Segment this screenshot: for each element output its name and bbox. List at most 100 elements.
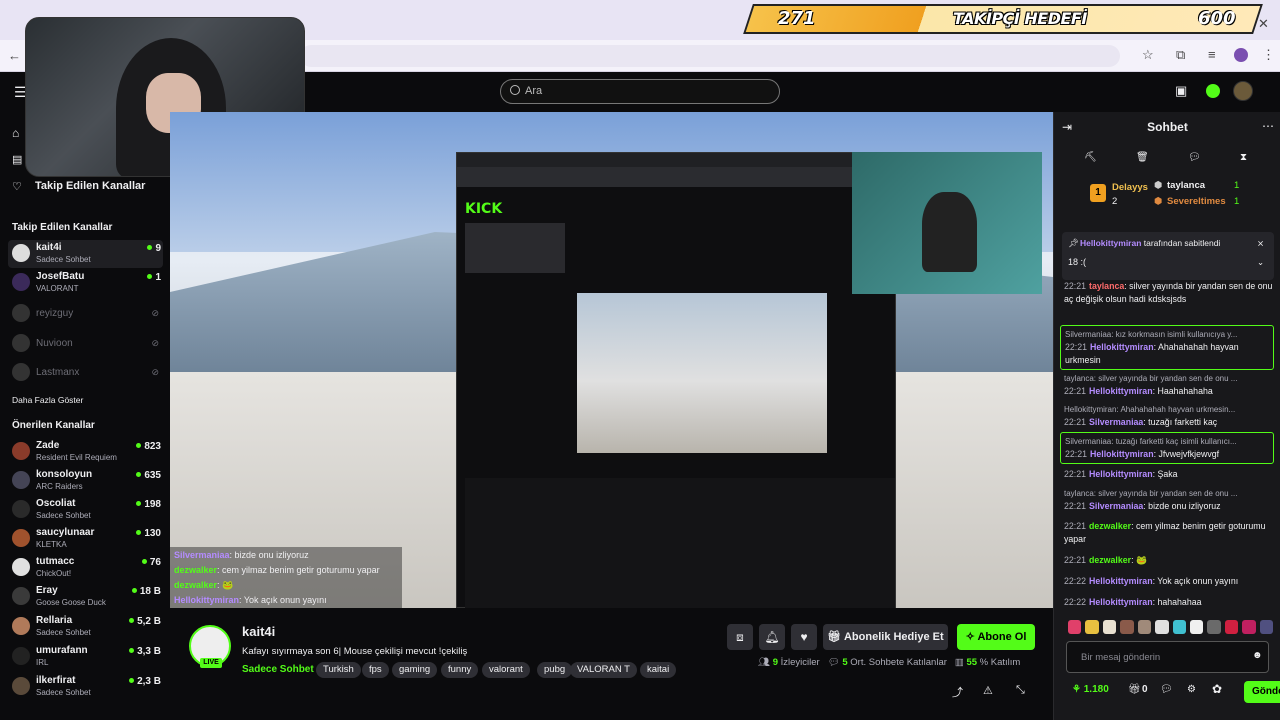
message-user[interactable]: Hellokittymiran <box>1090 449 1154 459</box>
gift-subscription-button[interactable]: 🎁︎ Abonelik Hediye Et <box>823 624 948 650</box>
recommended-channel-umurafann[interactable]: umurafann IRL 3,3 B <box>8 643 163 671</box>
emote[interactable] <box>1155 620 1169 634</box>
recommended-channel-rellaria[interactable]: Rellaria Sadece Sohbet 5,2 B <box>8 613 163 641</box>
clip-button[interactable]: ⧈ <box>727 624 753 650</box>
channel-category: Goose Goose Duck <box>36 598 106 607</box>
leader-third-name[interactable]: Severeltimes <box>1167 196 1226 207</box>
recommended-channel-saucylunaar[interactable]: saucylunaar KLETKA 130 <box>8 525 163 553</box>
tag[interactable]: fps <box>362 662 389 678</box>
message-user[interactable]: taylanca <box>1089 281 1124 291</box>
emote[interactable] <box>1120 620 1134 634</box>
message-user[interactable]: Hellokittymiran <box>1089 386 1153 396</box>
message-user[interactable]: Hellokittymiran <box>1089 597 1153 607</box>
message-user[interactable]: dezwalker <box>1089 521 1131 531</box>
message-user[interactable]: Hellokittymiran <box>1089 469 1153 479</box>
emote[interactable] <box>1224 620 1239 634</box>
url-field[interactable] <box>300 45 1120 67</box>
user-avatar[interactable] <box>1233 81 1253 101</box>
collapse-icon[interactable]: ⤡ <box>1016 684 1025 697</box>
emote[interactable] <box>1068 620 1082 634</box>
extensions-icon[interactable]: ⧉ <box>1176 47 1185 63</box>
emoji-icon[interactable]: ☻ <box>1252 650 1263 661</box>
emote[interactable] <box>1207 620 1221 634</box>
send-button[interactable]: Gönder <box>1244 681 1280 703</box>
emote[interactable] <box>1259 620 1274 634</box>
media-icon[interactable]: ≡ <box>1208 47 1216 62</box>
followed-channel-nuvioon[interactable]: Nuvioon ⊘ <box>8 330 163 358</box>
emote[interactable] <box>1172 620 1186 634</box>
channel-points[interactable]: ⚘ 1.180 <box>1072 684 1109 695</box>
emote[interactable] <box>1085 620 1099 634</box>
search-input[interactable]: Ara <box>525 85 542 97</box>
tag[interactable]: funny <box>441 662 479 678</box>
theater-mode-icon[interactable]: ▣ <box>1175 83 1187 99</box>
bookmark-star-icon[interactable]: ☆ <box>1142 47 1154 63</box>
channel-category: ARC Raiders <box>36 482 83 491</box>
tag[interactable]: pubg <box>537 662 573 678</box>
channel-category: KLETKA <box>36 540 67 549</box>
streamer-name[interactable]: kait4i <box>242 624 275 639</box>
home-icon[interactable]: ⌂ <box>12 126 19 140</box>
stream-category[interactable]: Sadece Sohbet <box>242 664 314 675</box>
message-user[interactable]: dezwalker <box>1089 555 1131 565</box>
kick-logo-icon[interactable] <box>1206 84 1220 98</box>
leader-second-name[interactable]: taylanca <box>1167 180 1205 191</box>
message-user[interactable]: Hellokittymiran <box>1089 576 1153 586</box>
subscribe-button[interactable]: ✧ Abone Ol <box>957 624 1035 650</box>
close-window-icon[interactable]: ✕ <box>1258 16 1269 32</box>
browse-icon[interactable]: ▤ <box>12 153 22 166</box>
recommended-channel-konsoloyun[interactable]: konsoloyun ARC Raiders 635 <box>8 467 163 495</box>
leader-first-name[interactable]: Delayys <box>1112 182 1148 193</box>
overlay-chat-line: dezwalker: 🐸 <box>174 580 233 591</box>
search-box[interactable]: Ara <box>500 79 780 104</box>
tag[interactable]: VALORAN T <box>570 662 637 678</box>
followed-channel-lastmanx[interactable]: Lastmanx ⊘ <box>8 359 163 387</box>
heart-icon[interactable]: ♡ <box>12 180 22 193</box>
gear-icon[interactable]: ⚙ <box>1187 684 1196 695</box>
video-player[interactable]: KICK Silvermaniaa: bizde onu izliyoruz d… <box>170 112 1053 608</box>
menu-dots-icon[interactable]: ⋮ <box>1262 47 1275 63</box>
tag[interactable]: kaitai <box>640 662 677 678</box>
recommended-channel-zade[interactable]: Zade Resident Evil Requiem 823 <box>8 438 163 466</box>
emote[interactable] <box>1189 620 1204 634</box>
tag[interactable]: valorant <box>482 662 530 678</box>
emote[interactable] <box>1137 620 1152 634</box>
pinned-message[interactable]: 📌︎ Hellokittymiran tarafından sabitlendi… <box>1062 232 1274 280</box>
emote[interactable] <box>1102 620 1117 634</box>
trash-icon[interactable]: 🗑︎ <box>1136 152 1149 163</box>
nav-followed-channels[interactable]: Takip Edilen Kanallar <box>35 180 145 192</box>
back-icon[interactable]: ← <box>8 48 21 63</box>
chat-settings-dots-icon[interactable]: ⋯ <box>1262 119 1274 133</box>
notification-bell-button[interactable]: 🔔︎ <box>759 624 785 650</box>
follow-heart-button[interactable]: ♥ <box>791 624 817 650</box>
message-user[interactable]: Silvermaniaa <box>1089 417 1143 427</box>
recommended-channel-ilkerfirat[interactable]: ilkerfirat Sadece Sohbet 2,3 B <box>8 673 163 701</box>
profile-avatar[interactable] <box>1234 48 1248 62</box>
message-user[interactable]: Hellokittymiran <box>1090 342 1154 352</box>
followed-channel-kait4i[interactable]: kait4i Sadece Sohbet 9 <box>8 240 163 268</box>
unpin-icon[interactable]: ⨯ <box>1257 238 1264 249</box>
gift-icon[interactable]: 🎁︎ <box>1128 684 1141 695</box>
chevron-down-icon[interactable]: ⌄ <box>1257 257 1264 268</box>
followed-channel-reyizguy[interactable]: reyizguy ⊘ <box>8 300 163 328</box>
viewer-count-value: 2,3 B <box>137 676 161 687</box>
show-more-link[interactable]: Daha Fazla Göster <box>12 395 83 405</box>
tag[interactable]: gaming <box>392 662 438 678</box>
chat-bubble-icon[interactable]: 💬︎ <box>1160 684 1173 695</box>
chat-input[interactable]: Bir mesaj gönderin ☻ <box>1066 641 1269 673</box>
hourglass-icon[interactable]: ⧗ <box>1240 152 1247 163</box>
report-icon[interactable]: ⚠ <box>983 684 993 697</box>
chat-bubble-icon[interactable]: 💬︎ <box>1188 152 1201 163</box>
emote-picker-icon[interactable]: ✿ <box>1212 682 1222 696</box>
share-icon[interactable]: ⤴ <box>952 684 963 700</box>
recommended-channel-tutmacc[interactable]: tutmacc ChickOut! 76 <box>8 554 163 582</box>
live-dot <box>136 443 142 448</box>
recommended-channel-oscoliat[interactable]: Oscoliat Sadece Sohbet 198 <box>8 496 163 524</box>
left-sidebar: ⌂ ▤ ♡ Takip Edilen Kanallar Takip Edilen… <box>0 112 170 720</box>
emote[interactable] <box>1242 620 1256 634</box>
tag[interactable]: Turkish <box>316 662 361 678</box>
message-user[interactable]: Silvermaniaa <box>1089 501 1143 511</box>
recommended-channel-eray[interactable]: Eray Goose Goose Duck 18 B <box>8 583 163 611</box>
pickaxe-icon[interactable]: ⛏ <box>1084 152 1097 163</box>
followed-channel-josefbatu[interactable]: JosefBatu VALORANT 1 <box>8 269 163 297</box>
